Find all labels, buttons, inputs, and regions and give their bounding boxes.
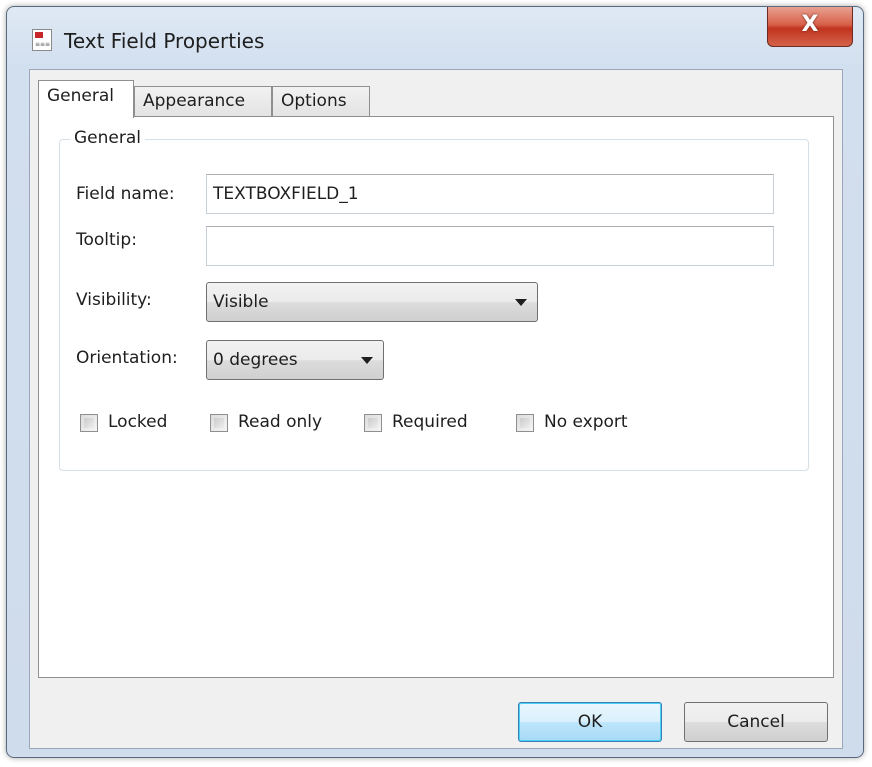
cancel-button[interactable]: Cancel	[684, 702, 828, 742]
no-export-label: No export	[544, 412, 628, 432]
tooltip-label: Tooltip:	[76, 230, 137, 250]
read-only-label: Read only	[238, 412, 323, 432]
document-icon: ≡≡≡	[32, 29, 52, 51]
field-name-input[interactable]: TEXTBOXFIELD_1	[206, 174, 774, 214]
orientation-dropdown[interactable]: 0 degrees	[206, 340, 384, 380]
checkbox-box[interactable]	[210, 414, 228, 432]
chevron-down-icon	[515, 299, 527, 306]
visibility-label: Visibility:	[76, 290, 152, 310]
general-tab-panel: General Field name: TEXTBOXFIELD_1 Toolt…	[38, 116, 834, 678]
window-title: Text Field Properties	[64, 29, 265, 53]
checkbox-box[interactable]	[80, 414, 98, 432]
tab-appearance[interactable]: Appearance	[134, 86, 272, 116]
tab-options[interactable]: Options	[272, 86, 370, 116]
title-bar[interactable]: ≡≡≡ Text Field Properties X	[7, 7, 863, 69]
field-name-value: TEXTBOXFIELD_1	[213, 184, 359, 204]
visibility-dropdown[interactable]: Visible	[206, 282, 538, 322]
locked-label: Locked	[108, 412, 168, 432]
tab-appearance-label: Appearance	[143, 91, 246, 111]
tooltip-input[interactable]	[206, 226, 774, 266]
options-checkbox-row: Locked Read only Required No export	[80, 412, 780, 436]
close-button[interactable]: X	[767, 7, 853, 47]
tab-general-label: General	[47, 86, 114, 106]
checkbox-box[interactable]	[516, 414, 534, 432]
chevron-down-icon	[361, 357, 373, 364]
ok-button[interactable]: OK	[518, 702, 662, 742]
field-name-label: Field name:	[76, 184, 175, 204]
checkbox-box[interactable]	[364, 414, 382, 432]
groupbox-title: General	[70, 128, 145, 148]
visibility-value: Visible	[213, 292, 269, 312]
tab-options-label: Options	[281, 91, 347, 111]
close-icon: X	[801, 12, 819, 37]
tab-general[interactable]: General	[38, 80, 134, 118]
dialog-client-area: General Appearance Options General Field…	[29, 69, 843, 749]
required-label: Required	[392, 412, 468, 432]
general-groupbox: General Field name: TEXTBOXFIELD_1 Toolt…	[59, 128, 809, 471]
orientation-value: 0 degrees	[213, 350, 298, 370]
orientation-label: Orientation:	[76, 348, 178, 368]
dialog-window: ≡≡≡ Text Field Properties X General Appe…	[6, 6, 864, 758]
